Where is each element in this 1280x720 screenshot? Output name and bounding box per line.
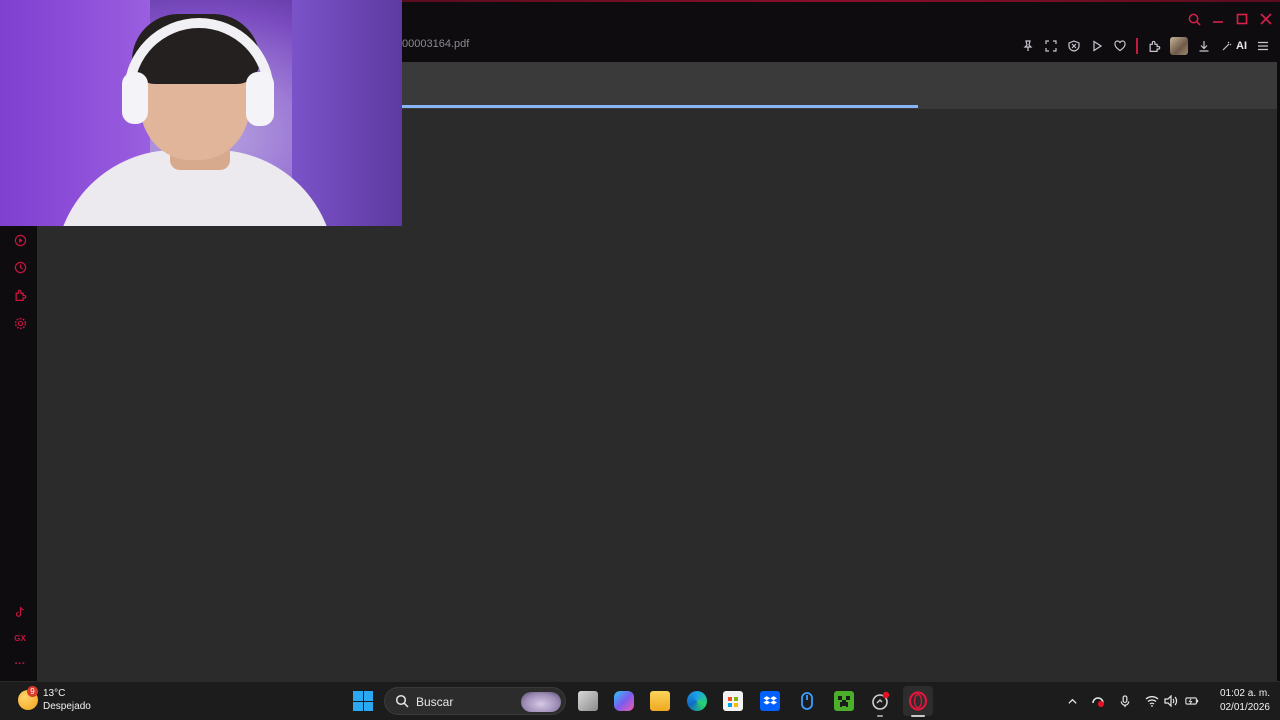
windows-logo-tile bbox=[363, 691, 373, 701]
edge-icon[interactable] bbox=[687, 691, 707, 711]
webcam-background-right bbox=[292, 0, 402, 226]
maximize-icon[interactable] bbox=[1233, 10, 1251, 28]
minimize-icon[interactable] bbox=[1209, 10, 1227, 28]
gx-icon[interactable]: GX bbox=[12, 630, 28, 646]
windows-logo-tile bbox=[353, 691, 363, 701]
weather-badge: 9 bbox=[27, 686, 38, 697]
weather-description: Despejado bbox=[43, 701, 91, 712]
start-button[interactable] bbox=[353, 691, 373, 711]
player-icon[interactable] bbox=[12, 232, 28, 248]
sparkle-icon bbox=[1220, 39, 1234, 53]
address-bar-text[interactable]: 00003164.pdf bbox=[402, 38, 469, 50]
tiktok-icon[interactable] bbox=[12, 604, 28, 620]
task-view-icon[interactable] bbox=[578, 691, 598, 711]
close-icon[interactable] bbox=[1257, 10, 1275, 28]
menu-icon[interactable] bbox=[1256, 39, 1270, 53]
dropbox-icon[interactable] bbox=[760, 691, 780, 711]
settings-icon[interactable] bbox=[12, 315, 28, 331]
volume-icon[interactable] bbox=[1164, 694, 1178, 708]
search-highlight-image bbox=[521, 692, 561, 712]
app-running-indicator bbox=[877, 715, 883, 717]
pdf-toolbar bbox=[402, 62, 1277, 109]
wifi-icon[interactable] bbox=[1145, 694, 1159, 708]
headphone-earcup-left bbox=[122, 72, 148, 124]
microphone-icon[interactable] bbox=[1118, 694, 1132, 708]
clock-time[interactable]: 01:02 a. m. bbox=[1208, 688, 1270, 699]
windows-logo-tile bbox=[363, 701, 373, 711]
more-icon[interactable]: ··· bbox=[12, 656, 28, 672]
heart-icon[interactable] bbox=[1113, 39, 1127, 53]
browser-toolbar: AI bbox=[1021, 36, 1270, 56]
mouse-app-icon[interactable] bbox=[797, 691, 817, 711]
extensions-icon[interactable] bbox=[12, 287, 28, 303]
play-icon[interactable] bbox=[1090, 39, 1104, 53]
windows-logo-tile bbox=[353, 701, 363, 711]
toolbar-separator bbox=[1136, 38, 1138, 54]
app-active-indicator bbox=[911, 715, 925, 717]
accent-line bbox=[402, 0, 1280, 2]
weather-temperature: 13°C bbox=[43, 688, 66, 699]
pin-icon[interactable] bbox=[1021, 39, 1035, 53]
copilot-icon[interactable] bbox=[614, 691, 634, 711]
aria-ai-button[interactable]: AI bbox=[1220, 39, 1247, 53]
file-explorer-icon[interactable] bbox=[650, 691, 670, 711]
browser-sidebar: GX ··· bbox=[0, 226, 37, 681]
app-with-notification-icon[interactable] bbox=[870, 691, 890, 711]
clock-date[interactable]: 02/01/2026 bbox=[1208, 702, 1270, 713]
webcam-overlay bbox=[0, 0, 402, 226]
headphone-earcup-right bbox=[246, 72, 274, 126]
taskbar-search[interactable]: Buscar bbox=[384, 687, 566, 715]
battery-icon[interactable] bbox=[1185, 694, 1199, 708]
search-icon bbox=[395, 694, 409, 708]
download-icon[interactable] bbox=[1197, 39, 1211, 53]
gaming-tray-icon[interactable] bbox=[1091, 694, 1105, 708]
pdf-loading-progress bbox=[402, 105, 918, 108]
chevron-up-icon[interactable] bbox=[1065, 694, 1079, 708]
microsoft-store-icon[interactable] bbox=[723, 691, 743, 711]
search-placeholder: Buscar bbox=[416, 695, 454, 709]
opera-gx-icon[interactable] bbox=[908, 691, 928, 711]
extensions-icon[interactable] bbox=[1147, 39, 1161, 53]
minecraft-icon[interactable] bbox=[834, 691, 854, 711]
search-icon[interactable] bbox=[1185, 10, 1203, 28]
adblock-icon[interactable] bbox=[1067, 39, 1081, 53]
profile-avatar[interactable] bbox=[1170, 37, 1188, 55]
windows-taskbar: 9 13°C Despejado Buscar 01:02 a. m. 02/0… bbox=[0, 681, 1280, 720]
snapshot-icon[interactable] bbox=[1044, 39, 1058, 53]
ai-label: AI bbox=[1236, 40, 1247, 52]
history-icon[interactable] bbox=[12, 259, 28, 275]
